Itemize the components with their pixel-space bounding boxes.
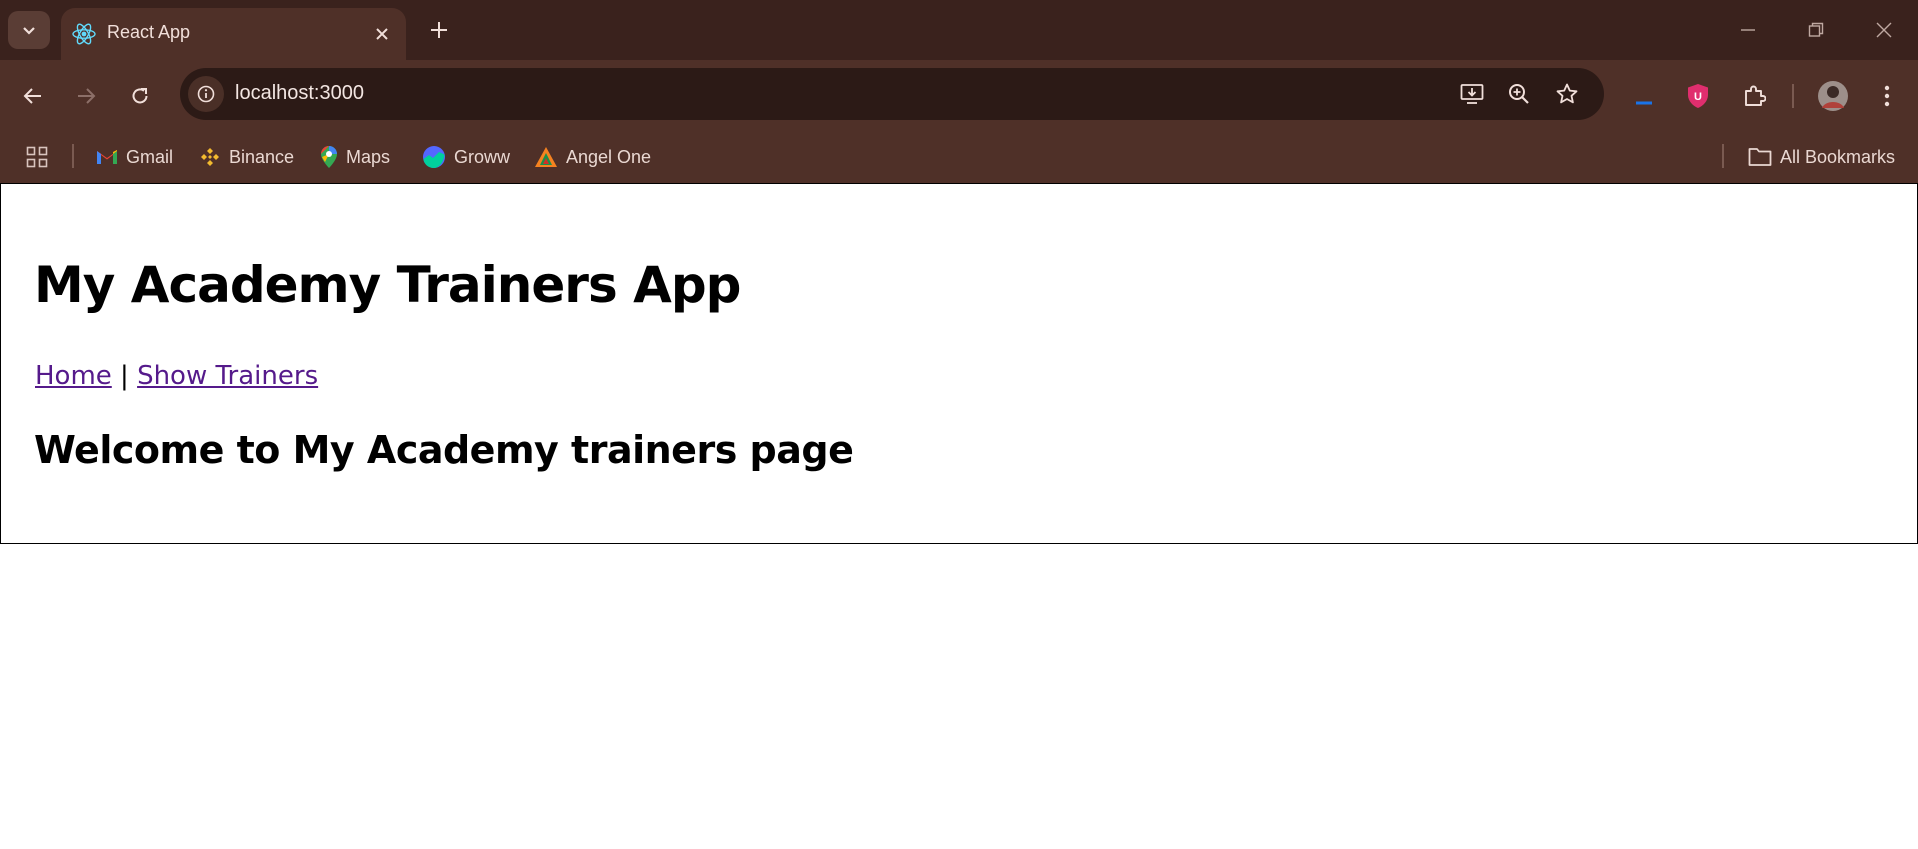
angel-one-icon (535, 147, 557, 167)
minimize-button[interactable] (1726, 8, 1770, 52)
reload-button[interactable] (119, 75, 161, 117)
chevron-down-icon (23, 27, 35, 35)
close-icon (1876, 22, 1892, 38)
star-icon (1556, 83, 1578, 104)
puzzle-icon (1745, 85, 1766, 106)
bookmark-label: Maps (346, 146, 391, 167)
bookmark-maps[interactable]: Maps (320, 142, 390, 172)
nav-separator: | (120, 361, 129, 391)
tab-title: React App (107, 22, 191, 42)
zoom-in-icon (1509, 84, 1529, 104)
gmail-icon (97, 150, 117, 164)
extension-ublock[interactable]: U (1677, 75, 1719, 117)
info-icon (197, 85, 215, 103)
bookmark-label: Binance (229, 146, 295, 167)
tab-search-button[interactable] (8, 11, 50, 49)
bookmark-gmail[interactable]: Gmail (96, 142, 173, 172)
bookmark-binance[interactable]: Binance (199, 142, 294, 172)
groww-icon (423, 146, 445, 168)
toolbar-divider (1792, 84, 1794, 108)
bookmark-label: Gmail (126, 146, 174, 167)
toolbar: localhost:3000 U (0, 60, 1918, 132)
apps-grid-icon (26, 146, 48, 168)
all-bookmarks-button[interactable]: All Bookmarks (1748, 142, 1895, 172)
tab-react-app[interactable]: React App (61, 8, 406, 60)
maps-icon (321, 146, 337, 168)
page-content: My Academy Trainers App Home | Show Trai… (0, 183, 1918, 544)
arrow-left-icon (23, 88, 41, 104)
restore-button[interactable] (1794, 8, 1838, 52)
bookmark-groww[interactable]: Groww (422, 142, 510, 172)
svg-text:U: U (1694, 91, 1702, 103)
zoom-button[interactable] (1503, 78, 1535, 110)
welcome-heading: Welcome to My Academy trainers page (34, 428, 854, 472)
new-tab-button[interactable] (423, 14, 455, 46)
bookmark-label: Groww (454, 146, 511, 167)
extensions-button[interactable] (1733, 75, 1775, 117)
bookmark-star-button[interactable] (1551, 78, 1583, 110)
shield-icon: U (1688, 84, 1708, 108)
bookmark-angel-one[interactable]: Angel One (534, 142, 651, 172)
apps-button[interactable] (26, 142, 56, 172)
install-icon (1460, 84, 1484, 104)
bookmark-label: Angel One (566, 146, 652, 167)
loading-bar-icon (1636, 101, 1652, 105)
minimize-icon (1741, 29, 1755, 31)
profile-button[interactable] (1812, 75, 1854, 117)
bookmarks-divider (1722, 144, 1724, 168)
bookmarks-bar: Gmail Binance Maps Groww Angel One All B… (0, 132, 1918, 183)
tab-close-button[interactable] (367, 19, 397, 49)
address-bar[interactable]: localhost:3000 (180, 68, 1604, 120)
site-info-button[interactable] (188, 76, 224, 112)
react-icon (72, 23, 96, 45)
menu-button[interactable] (1866, 75, 1908, 117)
close-window-button[interactable] (1862, 8, 1906, 52)
folder-icon (1748, 148, 1772, 166)
more-vertical-icon (1884, 85, 1890, 107)
page-title: My Academy Trainers App (34, 256, 741, 314)
bookmarks-divider (72, 144, 74, 168)
reload-icon (132, 88, 148, 104)
browser-chrome: React App localhost:3000 U Gmail Binance… (0, 0, 1918, 183)
extension-loading[interactable] (1623, 75, 1665, 117)
binance-icon (201, 148, 219, 166)
url-text[interactable]: localhost:3000 (235, 82, 364, 105)
arrow-right-icon (78, 88, 96, 104)
close-icon (376, 28, 388, 40)
tab-strip: React App (0, 0, 1918, 60)
nav-links: Home | Show Trainers (35, 361, 318, 391)
home-link[interactable]: Home (35, 361, 112, 391)
all-bookmarks-label: All Bookmarks (1780, 146, 1896, 167)
back-button[interactable] (12, 75, 54, 117)
restore-icon (1808, 22, 1824, 37)
plus-icon (431, 22, 447, 38)
install-app-button[interactable] (1456, 78, 1488, 110)
show-trainers-link[interactable]: Show Trainers (137, 361, 318, 391)
forward-button[interactable] (65, 75, 107, 117)
avatar (1818, 81, 1848, 111)
